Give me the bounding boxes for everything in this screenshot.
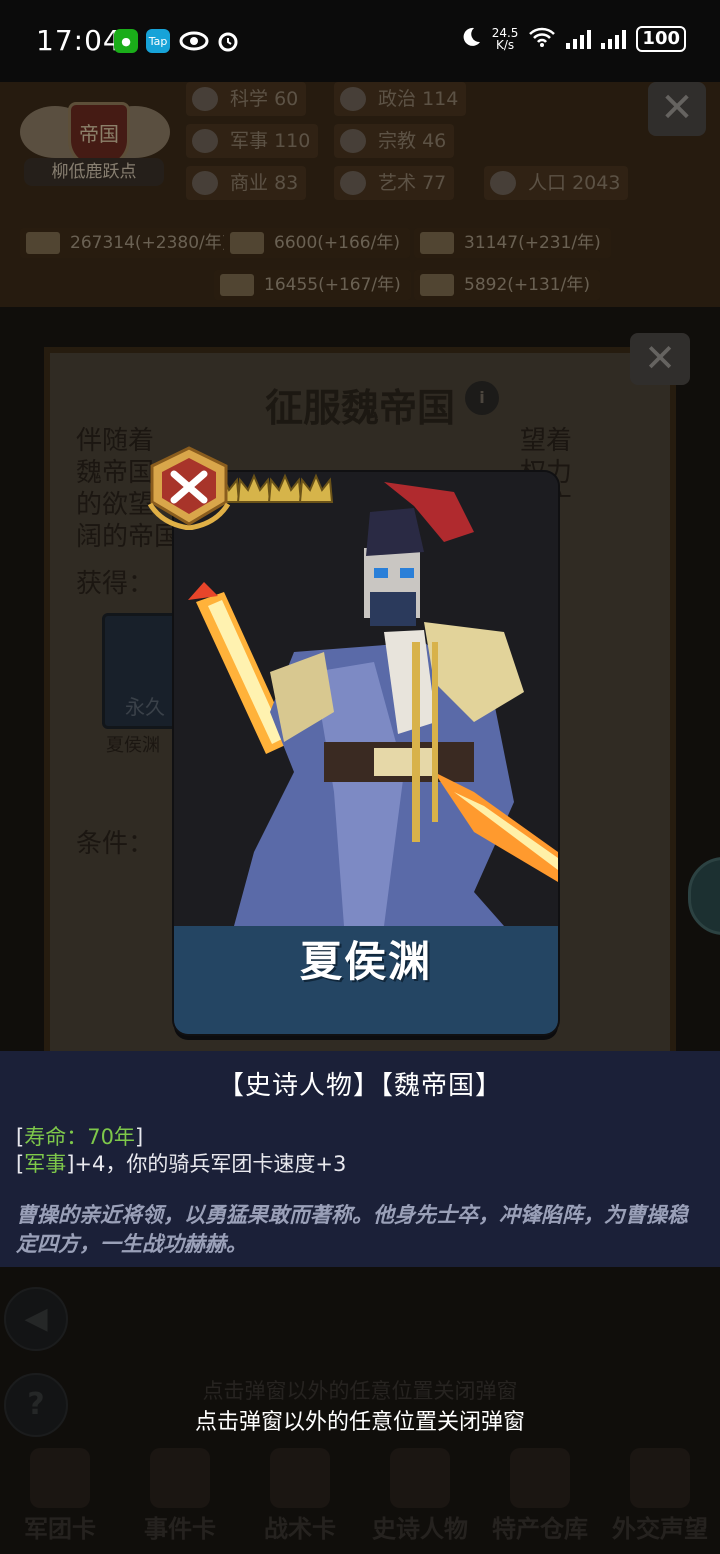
hero-tags: 【史诗人物】【魏帝国】 [217, 1071, 502, 1101]
wechat-icon: ● [114, 29, 138, 53]
signal-icon [566, 29, 592, 49]
lifespan-line: [寿命：70年] [16, 1125, 144, 1149]
wifi-icon [528, 26, 556, 52]
military-badge-icon [147, 446, 231, 530]
network-speed: 24.5 K/s [491, 26, 519, 52]
close-hint: 点击弹窗以外的任意位置关闭弹窗 [194, 1410, 525, 1435]
status-bar: 17:04 ● Tap 24.5 K/s 100 [0, 0, 720, 82]
eye-icon [178, 29, 210, 53]
alarm-icon [216, 29, 240, 53]
hero-card[interactable]: 夏侯渊 [174, 472, 558, 1034]
hero-name: 夏侯渊 [299, 937, 432, 986]
hero-description: 曹操的亲近将领，以勇猛果敢而著称。他身先士卒，冲锋陷阵，为曹操稳定四方，一生战功… [16, 1203, 688, 1256]
battery-indicator: 100 [636, 26, 686, 52]
hero-info-panel: 【史诗人物】【魏帝国】 [寿命：70年] [军事]+4，你的骑兵军团卡速度+3 … [0, 1051, 720, 1267]
status-time: 17:04 [36, 24, 122, 57]
tap-icon: Tap [146, 29, 170, 53]
military-line: [军事]+4，你的骑兵军团卡速度+3 [16, 1152, 347, 1176]
moon-icon [460, 26, 482, 52]
signal-icon-2 [601, 29, 627, 49]
